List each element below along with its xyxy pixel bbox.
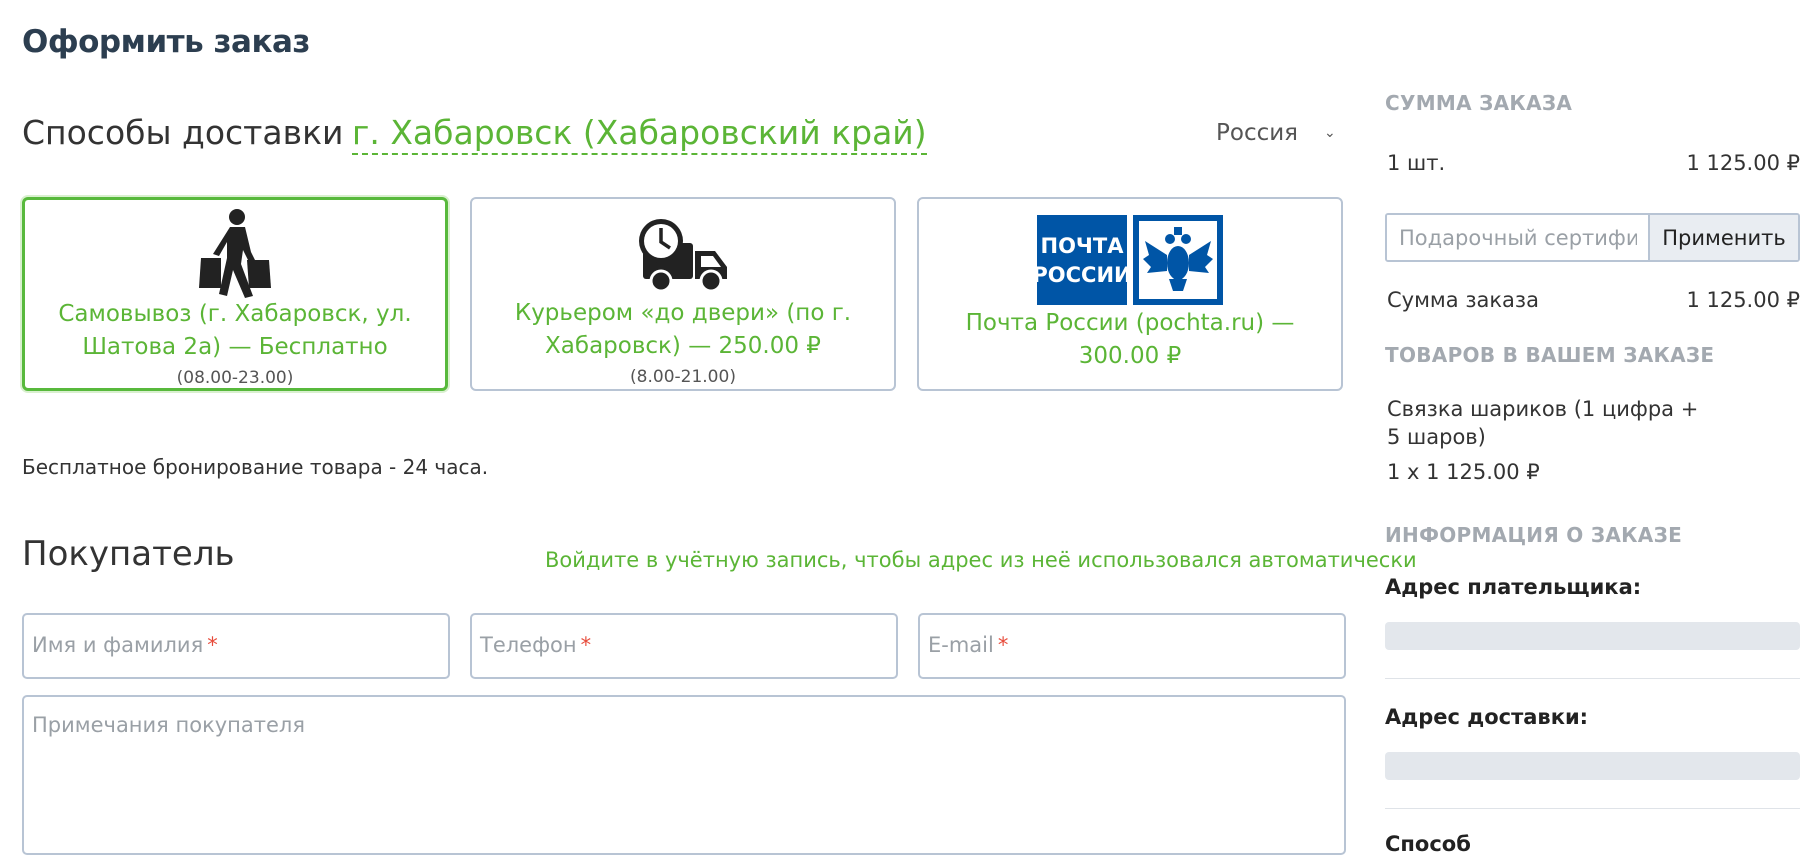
divider (1385, 678, 1800, 679)
phone-field[interactable]: Телефон * (470, 613, 898, 679)
email-field[interactable]: E-mail * (918, 613, 1346, 679)
payer-address-label: Адрес плательщика: (1385, 575, 1642, 599)
delivery-option-title: Почта России (pochta.ru) — 300.00 ₽ (965, 310, 1295, 369)
delivery-option-pickup[interactable]: Самовывоз (г. Хабаровск, ул. Шатова 2а) … (22, 197, 448, 391)
item-quantity-price: 1 x 1 125.00 ₽ (1387, 460, 1540, 484)
quantity-label: 1 шт. (1387, 151, 1446, 175)
delivery-option-courier[interactable]: Курьером «до двери» (по г. Хабаровск) — … (470, 197, 896, 391)
divider (1385, 808, 1800, 809)
country-select[interactable]: Россия ⌄ (1216, 120, 1336, 146)
country-select-value: Россия (1216, 120, 1299, 146)
delivery-option-hours: (8.00-21.00) (630, 367, 736, 387)
delivery-option-title: Курьером «до двери» (по г. Хабаровск) — … (514, 300, 852, 359)
payer-address-placeholder (1385, 622, 1800, 650)
order-info-heading: ИНФОРМАЦИЯ О ЗАКАЗЕ (1385, 523, 1683, 547)
required-mark: * (207, 633, 218, 657)
buyer-notes-textarea[interactable]: Примечания покупателя (22, 695, 1346, 855)
required-mark: * (997, 633, 1009, 657)
order-total-row: Сумма заказа 1 125.00 ₽ (1387, 288, 1800, 312)
delivery-address-label: Адрес доставки: (1385, 705, 1589, 729)
pickup-person-icon (197, 208, 273, 304)
post-logo-text-line1: ПОЧТА (1041, 234, 1125, 258)
russian-post-logo: ПОЧТА РОССИИ (1032, 215, 1223, 309)
login-link[interactable]: Войдите в учётную запись, чтобы адрес из… (545, 548, 1417, 572)
email-placeholder: E-mail * (928, 633, 1009, 657)
name-field[interactable]: Имя и фамилия * (22, 613, 450, 679)
quantity-row: 1 шт. 1 125.00 ₽ (1387, 151, 1800, 175)
buyer-heading: Покупатель (22, 534, 235, 574)
item-name: Связка шариков (1 цифра + 5 шаров) (1387, 397, 1699, 449)
order-total-label: Сумма заказа (1387, 288, 1539, 312)
name-placeholder: Имя и фамилия * (32, 633, 218, 657)
delivery-option-hours: (08.00-23.00) (176, 368, 294, 388)
delivery-option-title: Самовывоз (г. Хабаровск, ул. Шатова 2а) … (58, 301, 412, 360)
post-logo-text-line2: РОССИИ (1037, 263, 1132, 287)
items-heading: ТОВАРОВ В ВАШЕМ ЗАКАЗЕ (1385, 343, 1715, 367)
order-total-value: 1 125.00 ₽ (1686, 288, 1800, 312)
chevron-down-icon: ⌄ (1324, 125, 1336, 141)
gift-certificate-input[interactable] (1387, 215, 1649, 260)
phone-placeholder: Телефон * (480, 633, 592, 657)
order-sum-heading: СУММА ЗАКАЗА (1385, 91, 1573, 115)
delivery-option-russian-post[interactable]: ПОЧТА РОССИИ Почта России (pochta.ru) — … (917, 197, 1343, 391)
payment-method-label: Способ (1385, 832, 1471, 856)
apply-certificate-button[interactable]: Применить (1648, 215, 1798, 260)
gift-certificate-group: Применить (1385, 213, 1800, 262)
page-title: Оформить заказ (22, 24, 310, 60)
courier-truck-icon (635, 215, 731, 299)
required-mark: * (580, 633, 592, 657)
notes-placeholder: Примечания покупателя (32, 713, 305, 737)
delivery-methods-heading: Способы доставки (22, 113, 344, 152)
quantity-value: 1 125.00 ₽ (1686, 151, 1800, 175)
reservation-note: Бесплатное бронирование товара - 24 часа… (22, 455, 489, 479)
delivery-address-placeholder (1385, 752, 1800, 780)
city-selector-link[interactable]: г. Хабаровск (Хабаровский край) (352, 113, 927, 155)
